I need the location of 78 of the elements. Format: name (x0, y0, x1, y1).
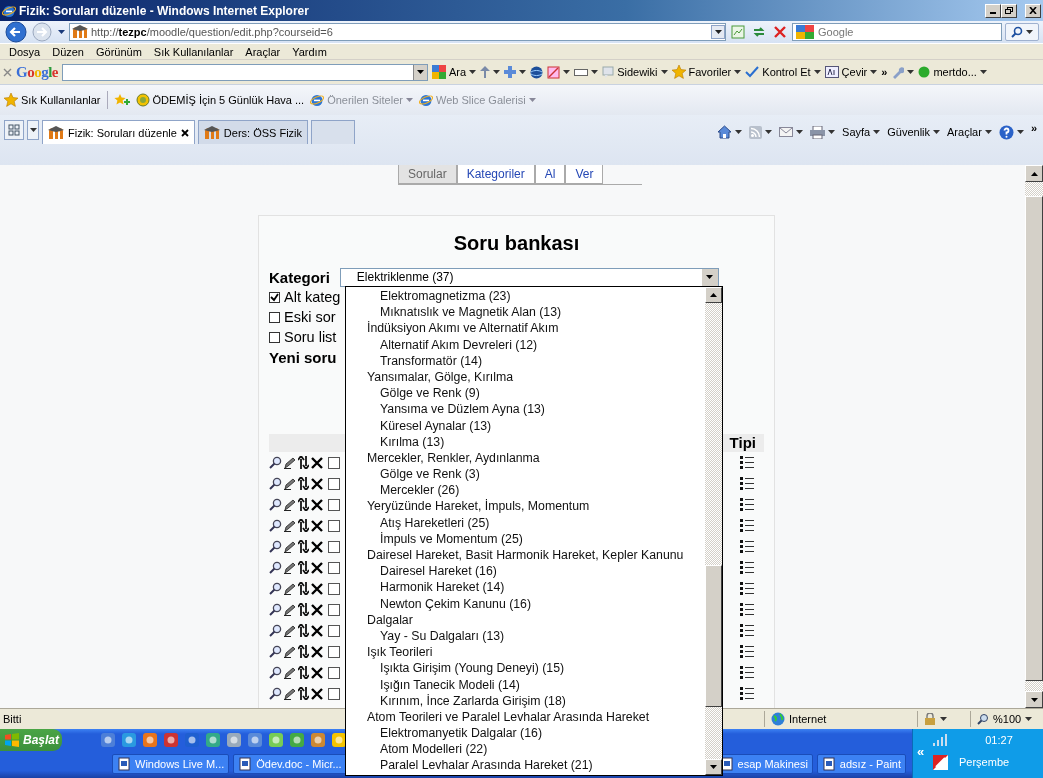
dropdown-option[interactable]: İmpuls ve Momentum (25) (346, 530, 705, 547)
dropdown-option[interactable]: Kırınım, İnce Zarlarda Girişim (18) (346, 692, 705, 709)
dropdown-option[interactable]: Dairesel Hareket (16) (346, 563, 705, 580)
page-tab[interactable]: Al (534, 165, 566, 184)
menu-item[interactable]: Görünüm (90, 45, 148, 58)
security-zone: Internet (764, 711, 917, 727)
dropdown-option[interactable]: Alternatif Akım Devreleri (12) (346, 336, 705, 353)
dropdown-option[interactable]: Atom Modelleri (22) (346, 741, 705, 758)
google-logo: Google (16, 63, 58, 81)
start-button[interactable]: Başlat (0, 729, 62, 751)
category-select[interactable]: Elektriklenme (37) (339, 267, 719, 287)
field-label: Kategori (269, 268, 330, 286)
zoom-button[interactable]: %100 (970, 711, 1043, 727)
url-text: http://tezpc/moodle/question/edit.php?courseid=6 (91, 26, 333, 38)
dropdown-option[interactable]: Yeryüzünde Hareket, İmpuls, Momentum (346, 498, 705, 515)
dropdown-option[interactable]: İndüksiyon Akımı ve Alternatif Akım (346, 320, 705, 337)
translate-button[interactable]: Çevir (824, 66, 878, 78)
dropdown-option[interactable]: Harmonik Hareket (14) (346, 579, 705, 596)
dropdown-option[interactable]: Gölge ve Renk (3) (346, 466, 705, 483)
dropdown-option[interactable]: Transformatör (14) (346, 352, 705, 369)
clock-time: 01:27 (984, 734, 1014, 746)
dropdown-option[interactable]: Dairesel Hareket, Basit Harmonik Hareket, Kepler Kanunu (346, 547, 705, 564)
dropdown-option[interactable]: Yansıma ve Düzlem Ayna (13) (346, 401, 705, 418)
more-commands-button[interactable]: » (1028, 117, 1039, 139)
favorites-button[interactable]: Favoriler (671, 65, 742, 79)
more-button[interactable]: » (881, 66, 888, 78)
menu-item[interactable]: Dosya (3, 45, 47, 58)
taskbar-button[interactable]: Windows Live M... (112, 754, 230, 774)
sidewiki-button[interactable]: Sidewiki (602, 66, 668, 78)
search-field[interactable]: Google (792, 23, 1002, 41)
dropdown-option[interactable]: Yay - Su Dalgaları (13) (346, 627, 705, 645)
command-menu-button[interactable]: Güvenlik (885, 121, 943, 143)
checkbox-label: Eski sor (284, 309, 336, 325)
menu-item[interactable]: Araçlar (239, 45, 287, 58)
checkbox-label: Soru list (284, 329, 337, 345)
window-title: Fizik: Soruları düzenle - Windows Internet Explorer (19, 3, 309, 18)
column-header: Tipi (729, 434, 756, 452)
account-button[interactable]: mertdo... (918, 66, 987, 78)
menu-item[interactable]: Sık Kullanılanlar (147, 45, 240, 58)
checkbox-label: Alt kateg (284, 289, 341, 305)
dropdown-option[interactable]: Işık Teorileri (346, 644, 705, 661)
dropdown-option[interactable]: Küresel Aynalar (13) (346, 417, 705, 434)
dropdown-option[interactable]: Kırılma (13) (346, 433, 705, 450)
menu-item[interactable]: Yardım (286, 45, 333, 58)
dropdown-option[interactable]: Newton Çekim Kanunu (16) (346, 595, 705, 612)
search-placeholder: Google (818, 26, 854, 38)
browser-tab[interactable]: Fizik: Soruları düzenle (42, 120, 195, 144)
page-tab[interactable]: Kategoriler (456, 165, 535, 184)
spell-check-button[interactable]: Kontrol Et (745, 66, 821, 78)
dropdown-option[interactable]: Mıknatıslık ve Magnetik Alan (13) (346, 304, 705, 321)
command-menu-button[interactable]: Sayfa (840, 121, 883, 143)
menu-item[interactable]: Düzen (46, 45, 90, 58)
favorite-link[interactable]: ÖDEMİŞ İçin 5 Günlük Hava ... (135, 93, 305, 107)
favorites-button[interactable]: Sık Kullanılanlar (4, 93, 101, 107)
command-menu-button[interactable]: Araçlar (945, 121, 994, 143)
page-tab[interactable]: Sorular (398, 165, 457, 184)
dropdown-option[interactable]: Paralel Levhalar Arasında Hareket (21) (346, 757, 705, 774)
dropdown-option[interactable]: Yansımalar, Gölge, Kırılma (346, 368, 705, 386)
page-tab[interactable]: Ver (565, 165, 604, 184)
address-field[interactable]: http://tezpc/moodle/question/edit.php?courseid=6 (69, 23, 726, 41)
taskbar-button[interactable]: Ödev.doc - Micr... (233, 754, 347, 774)
dropdown-option[interactable]: Işıkta Girişim (Young Deneyi) (15) (346, 660, 705, 677)
status-text: Bitti (3, 713, 22, 725)
page-heading: Soru bankası (452, 232, 581, 255)
taskbar-button[interactable]: adsız - Paint (816, 754, 906, 774)
search-button[interactable]: Ara (432, 65, 477, 79)
dropdown-option[interactable]: Atış Hareketleri (25) (346, 514, 705, 531)
dropdown-option[interactable]: Atom Teorileri ve Paralel Levhalar Arasında Hareket (346, 708, 705, 726)
dropdown-option[interactable]: Mercekler, Renkler, Aydınlanma (346, 449, 705, 467)
dropdown-option[interactable]: Mercekler (26) (346, 482, 705, 499)
dropdown-option[interactable]: Elektromanyetik Dalgalar (16) (346, 725, 705, 742)
dropdown-option[interactable]: Dalgalar (346, 611, 705, 628)
clock-day: Perşembe (955, 756, 1043, 768)
browser-tab[interactable]: Ders: ÖSS Fizik (197, 120, 309, 144)
section-label: Yeni soru (269, 349, 337, 366)
dropdown-option[interactable]: Gölge ve Renk (9) (346, 385, 705, 402)
dropdown-option[interactable]: Elektromagnetizma (23) (346, 288, 705, 305)
dropdown-option[interactable]: Işığın Tanecik Modeli (14) (346, 676, 705, 693)
